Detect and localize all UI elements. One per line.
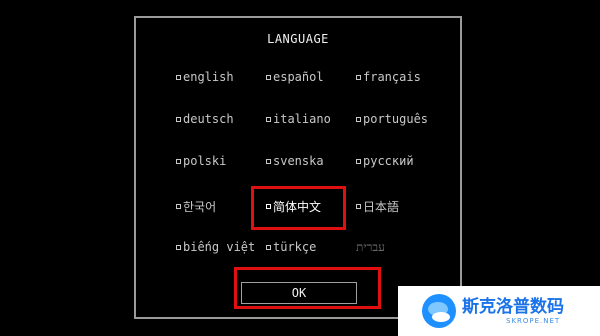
language-option-english[interactable]: english — [176, 70, 234, 84]
language-label: italiano — [273, 112, 331, 126]
language-option-spanish[interactable]: español — [266, 70, 324, 84]
language-label: türkçe — [273, 240, 317, 254]
ok-button-label: OK — [291, 286, 307, 300]
language-label: 한국어 — [183, 200, 217, 214]
checkbox-icon — [176, 204, 181, 209]
checkbox-icon — [356, 74, 361, 80]
language-label: svenska — [273, 154, 324, 168]
checkbox-icon — [356, 116, 361, 122]
checkbox-icon — [266, 116, 271, 122]
watermark-text: 斯克洛普数码 SKROPE.NET — [462, 297, 564, 325]
language-option-korean[interactable]: 한국어 — [176, 198, 216, 215]
checkbox-icon — [356, 204, 361, 209]
language-option-simplified-chinese[interactable]: 简体中文 — [266, 198, 321, 215]
language-label: 简体中文 — [273, 200, 322, 214]
language-label: english — [183, 70, 234, 84]
language-option-french[interactable]: français — [356, 70, 421, 84]
checkbox-icon — [176, 244, 181, 250]
language-option-japanese[interactable]: 日本語 — [356, 198, 399, 215]
language-option-german[interactable]: deutsch — [176, 112, 234, 126]
watermark: 斯克洛普数码 SKROPE.NET — [398, 286, 600, 336]
checkbox-icon — [176, 158, 181, 164]
dialog-title: LANGUAGE — [267, 32, 329, 46]
watermark-logo-icon — [422, 294, 456, 328]
checkbox-icon — [266, 244, 271, 250]
checkbox-icon — [266, 204, 271, 209]
language-option-portuguese[interactable]: português — [356, 112, 428, 126]
language-option-vietnamese[interactable]: biếng việt — [176, 240, 255, 254]
language-label: deutsch — [183, 112, 234, 126]
game-screen: LANGUAGE english español français deutsc… — [0, 0, 600, 336]
language-option-italian[interactable]: italiano — [266, 112, 331, 126]
language-label: polski — [183, 154, 227, 168]
language-option-turkish[interactable]: türkçe — [266, 240, 316, 254]
watermark-url: SKROPE.NET — [506, 317, 561, 325]
language-dialog: LANGUAGE english español français deutsc… — [134, 16, 462, 319]
watermark-name: 斯克洛普数码 — [462, 297, 564, 317]
language-label: עברית — [356, 240, 385, 254]
language-option-hebrew[interactable]: עברית — [356, 240, 385, 255]
language-label: français — [363, 70, 421, 84]
language-label: português — [363, 112, 429, 126]
language-option-polish[interactable]: polski — [176, 154, 226, 168]
checkbox-icon — [176, 116, 181, 122]
language-label: biếng việt — [183, 240, 256, 254]
checkbox-icon — [176, 74, 181, 80]
language-label: español — [273, 70, 324, 84]
language-option-russian[interactable]: русский — [356, 154, 414, 168]
language-label: 日本語 — [363, 200, 400, 214]
language-label: русский — [363, 154, 414, 168]
checkbox-icon — [266, 74, 271, 80]
ok-button[interactable]: OK — [241, 282, 357, 304]
language-option-swedish[interactable]: svenska — [266, 154, 324, 168]
checkbox-icon — [356, 158, 361, 164]
checkbox-icon — [266, 158, 271, 164]
